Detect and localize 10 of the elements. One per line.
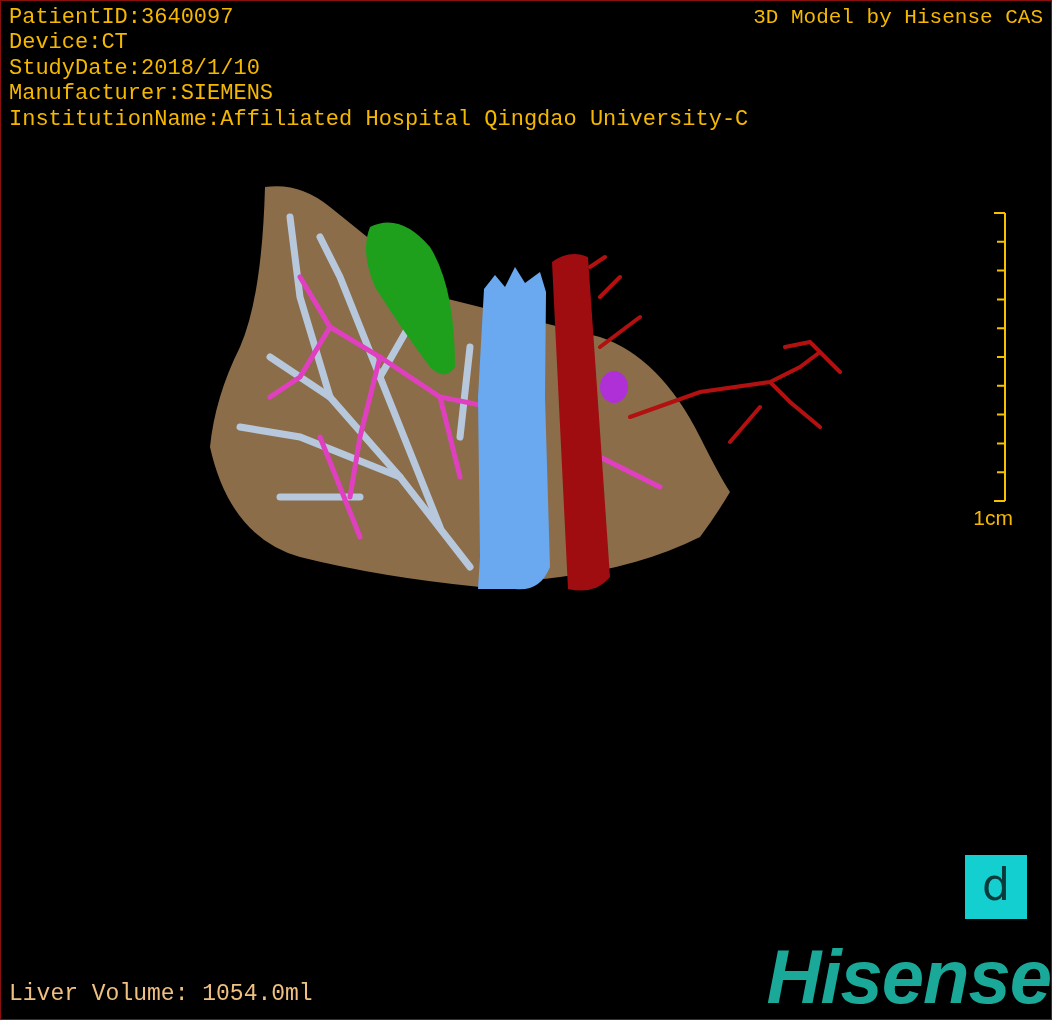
viewer-title: 3D Model by Hisense CAS xyxy=(753,5,1043,31)
logo-badge: d xyxy=(965,855,1027,919)
study-info-line: InstitutionName:Affiliated Hospital Qingdao University-C xyxy=(9,106,749,133)
study-info-line: Manufacturer:SIEMENS xyxy=(9,81,275,107)
study-info-line: PatientID:3640097 xyxy=(9,5,235,31)
scale-label: 1cm xyxy=(973,505,1013,532)
liver-volume-label: Liver Volume: 1054.0ml xyxy=(8,979,313,1009)
study-info-line: Device:CT xyxy=(9,30,129,56)
brand-logo: Hisense xyxy=(766,943,1051,1019)
study-info-line: StudyDate:2018/1/10 xyxy=(9,55,261,82)
